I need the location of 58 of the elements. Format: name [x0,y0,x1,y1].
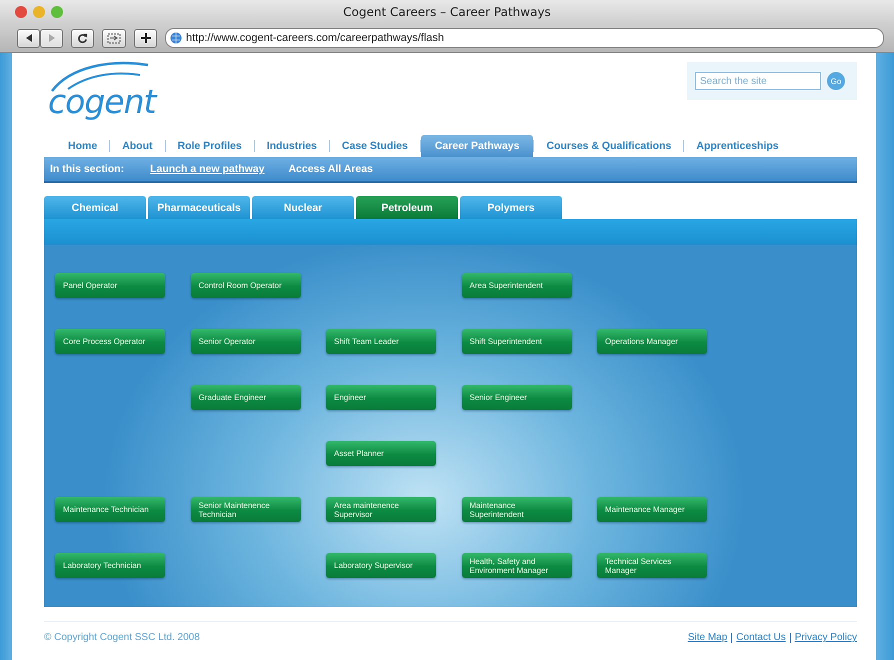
footer-link[interactable]: Privacy Policy [794,632,857,643]
role-button[interactable]: Core Process Operator [55,329,165,354]
address-field[interactable]: http://www.cogent-careers.com/careerpathways/flash [165,28,884,48]
nav-tab[interactable]: Role Profiles [166,136,254,156]
nav-tab[interactable]: About [110,136,165,156]
back-icon [24,33,34,43]
section-link[interactable]: Launch a new pathway [150,163,264,175]
role-button[interactable]: Graduate Engineer [190,385,300,410]
clipping-icon [107,32,121,44]
role-button[interactable]: Shift Superintendent [462,329,572,354]
role-button[interactable]: Engineer [326,385,436,410]
footer-link[interactable]: Site Map [688,632,728,643]
window-title: Cogent Careers – Career Pathways [343,5,551,19]
plus-icon [140,33,150,43]
role-button[interactable]: Area Superintendent [462,273,572,298]
role-button[interactable]: Operations Manager [597,329,707,354]
sector-tab[interactable]: Petroleum [356,196,458,219]
section-link[interactable]: Access All Areas [288,163,373,175]
close-button[interactable] [15,6,27,18]
copyright-text: © Copyright Cogent SSC Ltd. 2008 [44,632,200,643]
sector-tab[interactable]: Nuclear [252,196,354,219]
sector-tab[interactable]: Chemical [44,196,146,219]
role-button[interactable]: Maintenance Manager [597,497,707,522]
role-button[interactable]: Panel Operator [55,273,165,298]
nav-tab[interactable]: Case Studies [330,136,420,156]
globe-icon [170,32,182,44]
role-button[interactable]: Technical Services Manager [597,553,707,578]
role-button[interactable]: Area maintenence Supervisor [326,497,436,522]
reload-button[interactable] [71,28,94,48]
role-button[interactable]: Asset Planner [326,441,436,466]
role-button[interactable]: Senior Engineer [462,385,572,410]
role-button[interactable]: Maintenance Superintendent [462,497,572,522]
go-button[interactable]: Go [827,72,845,90]
footer-link[interactable]: Contact Us [736,632,786,643]
nav-tab[interactable]: Industries [254,136,329,156]
logo[interactable]: cogent [48,59,160,127]
sector-tab[interactable]: Polymers [460,196,562,219]
role-button[interactable]: Senior Maintenence Technician [190,497,300,522]
back-button[interactable] [17,28,40,48]
forward-button[interactable] [40,28,63,48]
role-button[interactable]: Laboratory Supervisor [326,553,436,578]
sector-tab[interactable]: Pharmaceuticals [148,196,250,219]
role-button[interactable]: Control Room Operator [190,273,300,298]
role-button[interactable]: Laboratory Technician [55,553,165,578]
nav-tab[interactable]: Home [56,136,110,156]
role-button[interactable]: Health, Safety and Environment Manager [462,553,572,578]
section-label: In this section: [50,163,124,175]
snippet-button[interactable] [102,28,126,48]
add-bookmark-button[interactable] [134,28,157,48]
nav-tab[interactable]: Career Pathways [420,135,534,157]
search-field[interactable]: Search the site [695,72,821,90]
nav-tab[interactable]: Courses & Qualifications [534,136,684,156]
role-button[interactable]: Shift Team Leader [326,329,436,354]
nav-tab[interactable]: Apprenticeships [684,136,791,156]
reload-icon [77,32,88,44]
role-button[interactable]: Maintenance Technician [55,497,165,522]
role-button[interactable]: Senior Operator [190,329,300,354]
forward-icon [46,33,56,43]
